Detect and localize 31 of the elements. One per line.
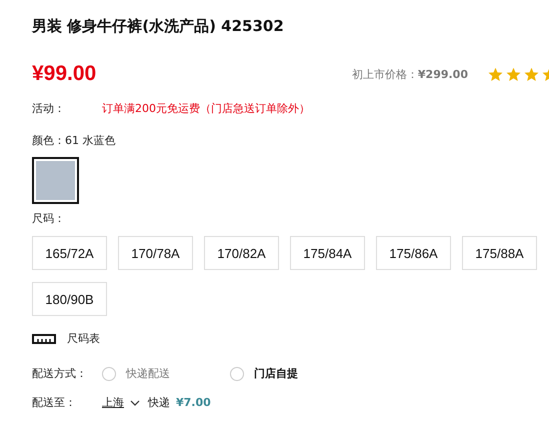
- star-icon: [488, 66, 503, 82]
- size-option[interactable]: 170/78A: [118, 236, 193, 270]
- chevron-down-icon[interactable]: [130, 400, 140, 406]
- size-label: 尺码：: [32, 211, 65, 226]
- radio-button[interactable]: [102, 366, 116, 380]
- promotion-text: 订单满200元免运费（门店急送订单除外）: [102, 101, 310, 116]
- delivery-method-label: 配送方式：: [32, 366, 88, 381]
- size-option[interactable]: 175/86A: [376, 236, 451, 270]
- product-title: 男装 修身牛仔裤(水洗产品) 425302: [32, 17, 285, 37]
- shipping-method: 快递: [148, 395, 170, 410]
- size-option[interactable]: 175/88A: [462, 236, 537, 270]
- ruler-icon: [32, 334, 56, 344]
- color-swatch[interactable]: [32, 157, 79, 204]
- original-price-label: 初上市价格：: [352, 66, 418, 82]
- size-option[interactable]: 170/82A: [204, 236, 279, 270]
- delivery-option[interactable]: 门店自提: [230, 366, 358, 381]
- radio-button[interactable]: [230, 366, 244, 380]
- color-label: 颜色：61 水蓝色: [32, 133, 116, 148]
- size-option[interactable]: 180/90B: [32, 282, 107, 316]
- shipping-fee: ¥7.00: [176, 396, 211, 409]
- original-price: ¥299.00: [418, 68, 468, 80]
- star-icon: [506, 66, 521, 82]
- sale-price: ¥99.00: [32, 62, 96, 86]
- promotion-label: 活动：: [32, 101, 66, 116]
- size-option[interactable]: 165/72A: [32, 236, 107, 270]
- star-icon: [524, 66, 539, 82]
- deliver-to-label: 配送至：: [32, 395, 77, 410]
- city-dropdown[interactable]: 上海: [102, 395, 124, 410]
- size-option[interactable]: 175/84A: [290, 236, 365, 270]
- size-chart-link[interactable]: 尺码表: [32, 331, 100, 346]
- delivery-option[interactable]: 快递配送: [102, 366, 230, 381]
